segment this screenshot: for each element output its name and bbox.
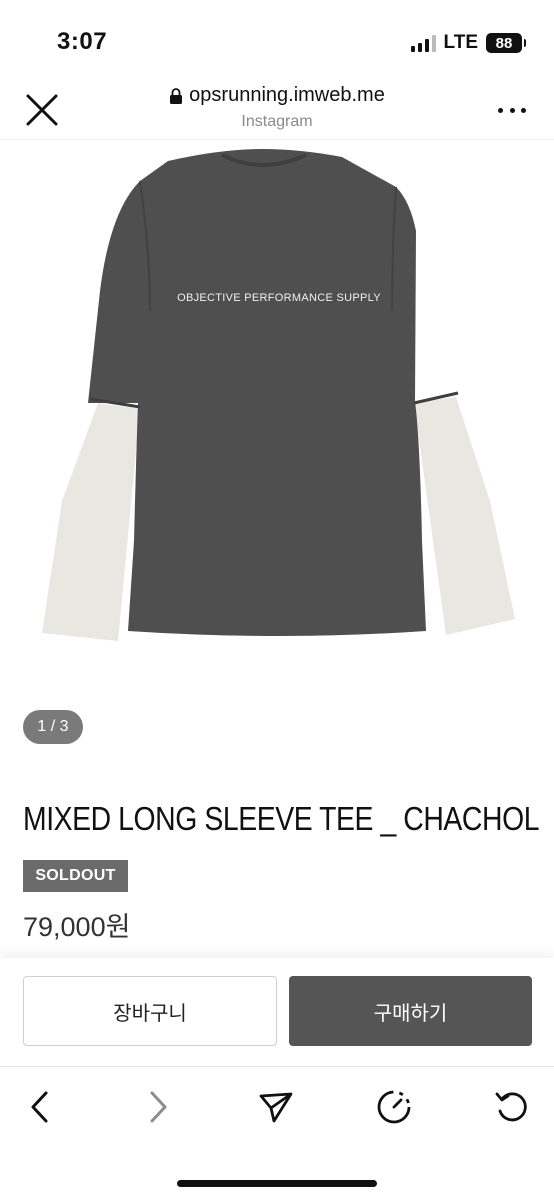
url-text: opsrunning.imweb.me [189, 84, 385, 106]
home-indicator [177, 1180, 377, 1187]
address-area[interactable]: opsrunning.imweb.me Instagram [100, 84, 454, 131]
status-indicators: LTE 88 [410, 32, 526, 54]
timer-button[interactable] [374, 1087, 414, 1127]
lock-icon [170, 87, 183, 104]
battery-level: 88 [495, 34, 513, 52]
shirt-print-text: OBJECTIVE PERFORMANCE SUPPLY [177, 292, 381, 304]
battery-icon: 88 [486, 33, 526, 53]
reload-icon [495, 1092, 527, 1122]
add-to-cart-button[interactable]: 장바구니 [23, 976, 277, 1046]
browser-header: opsrunning.imweb.me Instagram [0, 80, 554, 140]
tshirt-image: OBJECTIVE PERFORMANCE SUPPLY [42, 149, 515, 641]
forward-icon [150, 1091, 167, 1123]
close-icon [26, 94, 58, 126]
product-price: 79,000원 [23, 912, 131, 942]
share-button[interactable] [256, 1087, 296, 1127]
url-subtitle: Instagram [241, 113, 313, 130]
timer-icon [377, 1090, 411, 1124]
close-button[interactable] [24, 92, 60, 128]
share-icon [259, 1092, 293, 1123]
back-icon [31, 1091, 48, 1123]
back-button[interactable] [20, 1087, 60, 1127]
network-type: LTE [443, 32, 478, 53]
soldout-badge: SOLDOUT [23, 860, 128, 892]
product-image[interactable]: OBJECTIVE PERFORMANCE SUPPLY [0, 141, 554, 701]
image-page-counter: 1 / 3 [23, 710, 83, 744]
purchase-bar: 장바구니 구매하기 [0, 958, 554, 1066]
buy-now-button[interactable]: 구매하기 [289, 976, 532, 1046]
product-title: MIXED LONG SLEEVE TEE _ CHACHOL [23, 800, 540, 837]
signal-icon [410, 34, 436, 52]
more-button[interactable] [498, 100, 526, 120]
left-sleeve [42, 403, 140, 641]
more-icon [498, 107, 503, 113]
right-sleeve [414, 397, 515, 635]
reload-button[interactable] [492, 1087, 532, 1127]
shirt-body [88, 149, 426, 636]
status-time: 3:07 [57, 28, 108, 55]
forward-button[interactable] [138, 1087, 178, 1127]
status-bar: 3:07 LTE 88 [0, 0, 554, 80]
